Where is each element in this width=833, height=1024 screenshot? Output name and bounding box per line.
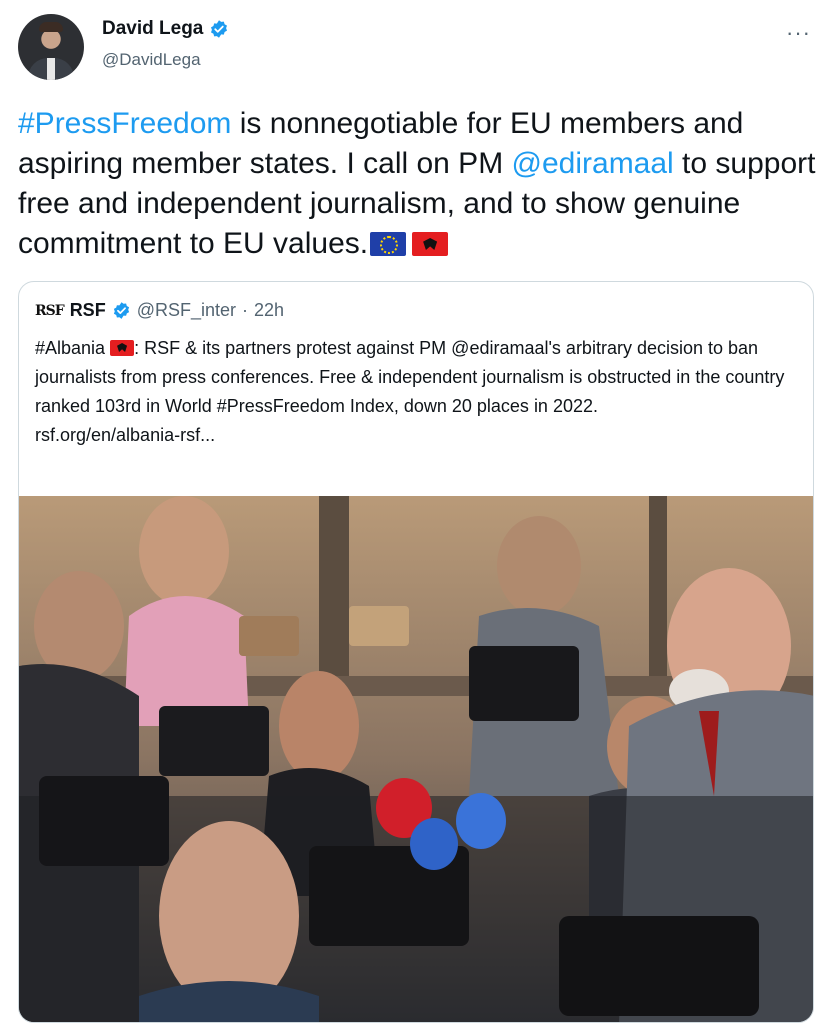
author-name-row: David Lega: [102, 18, 229, 40]
hashtag-link[interactable]: #PressFreedom: [18, 107, 231, 140]
rsf-logo: RSF: [35, 302, 65, 319]
tweet-header: David Lega @DavidLega ···: [16, 14, 817, 84]
albania-flag-icon: [110, 340, 135, 356]
author-name[interactable]: David Lega: [102, 18, 203, 40]
albania-flag-icon: [412, 232, 449, 256]
quoted-tweet[interactable]: RSF RSF @RSF_inter · 22h #Albania : RSF …: [18, 281, 814, 1023]
author-avatar[interactable]: [18, 14, 84, 80]
quoted-author-name[interactable]: RSF: [70, 300, 106, 321]
quoted-text-part: #Albania: [35, 338, 111, 358]
tweet-text: #PressFreedom is nonnegotiable for EU me…: [18, 104, 818, 264]
author-handle[interactable]: @DavidLega: [102, 50, 201, 70]
press-conference-photo[interactable]: [19, 496, 814, 1023]
verified-badge-icon: [211, 20, 228, 38]
quoted-tweet-header: RSF RSF @RSF_inter · 22h: [35, 300, 284, 321]
quoted-author-handle[interactable]: @RSF_inter: [137, 300, 236, 321]
quoted-timestamp[interactable]: 22h: [254, 300, 284, 321]
quoted-text-part: : RSF & its partners protest against PM …: [35, 338, 785, 416]
quoted-link[interactable]: rsf.org/en/albania-rsf...: [35, 425, 215, 445]
quoted-text: #Albania : RSF & its partners protest ag…: [35, 334, 795, 450]
verified-badge-icon: [113, 302, 129, 319]
more-options-icon[interactable]: ···: [786, 20, 811, 46]
eu-flag-icon: [370, 232, 407, 256]
separator-dot: ·: [242, 300, 248, 320]
mention-link[interactable]: @ediramaal: [512, 147, 674, 180]
